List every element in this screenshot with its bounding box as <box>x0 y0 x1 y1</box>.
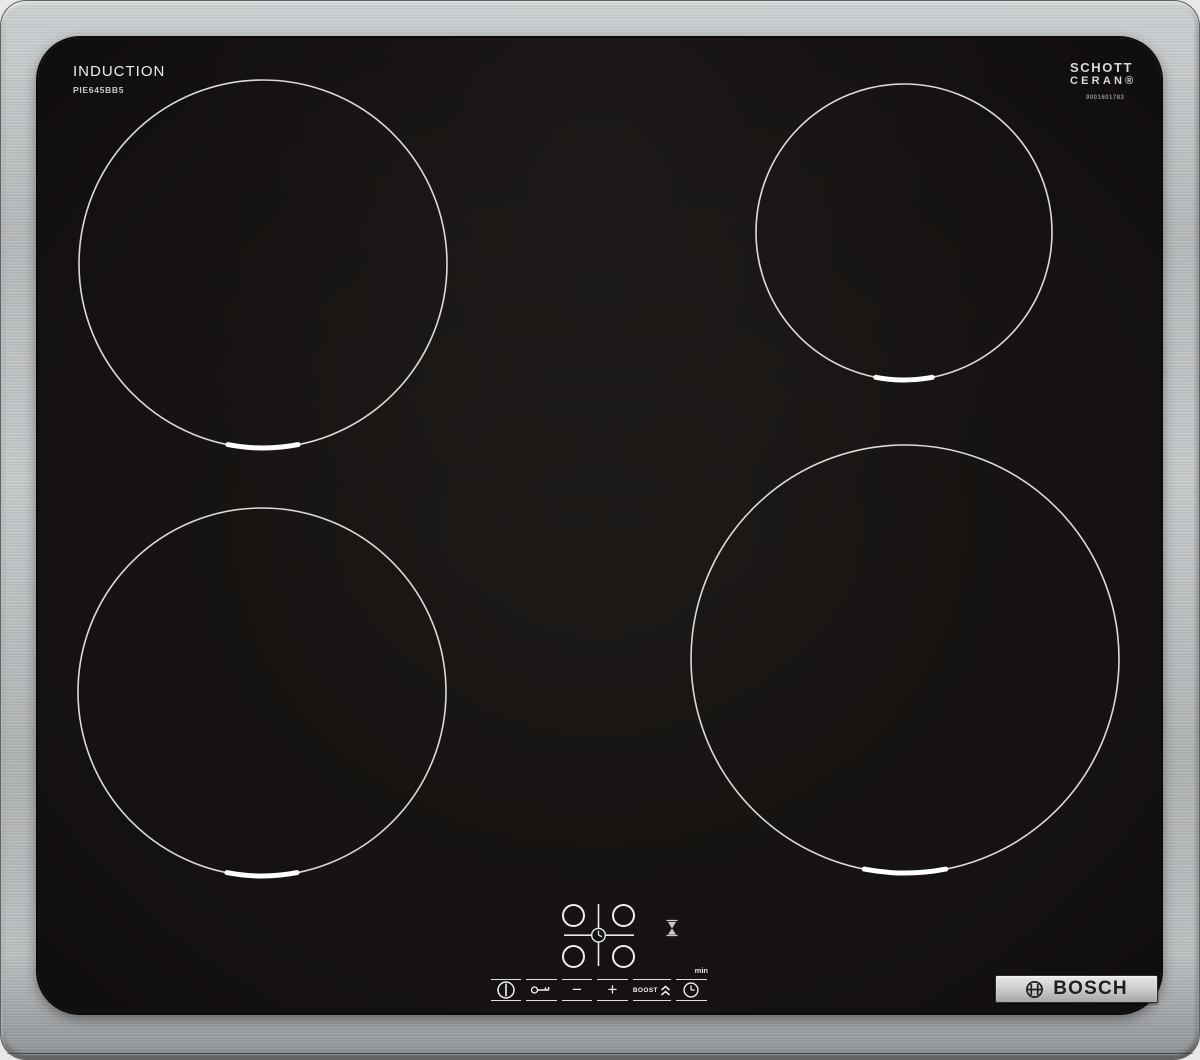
schott-ceran-logo: SCHOTT CERAN® <box>1070 61 1136 87</box>
glass-serial-number: 9001601783 <box>1086 95 1124 101</box>
double-chevron-up-icon <box>660 985 671 996</box>
decrease-button[interactable]: − <box>562 979 593 1001</box>
schott-logo-line2: CERAN® <box>1070 76 1136 87</box>
key-icon <box>530 984 552 996</box>
child-lock-button[interactable] <box>526 979 557 1001</box>
touch-control-strip: − + BOOST <box>488 979 709 1001</box>
induction-hob: INDUCTION PIE645BB5 SCHOTT CERAN® 900160… <box>0 0 1200 1060</box>
clock-icon <box>682 981 700 999</box>
timer-minutes-unit-label: min <box>684 966 708 975</box>
boost-button[interactable]: BOOST <box>633 979 671 1001</box>
power-icon <box>496 980 516 1000</box>
increase-button[interactable]: + <box>597 979 628 1001</box>
power-button[interactable] <box>491 979 522 1001</box>
ceramic-glass-surface <box>38 38 1161 1013</box>
minus-label: − <box>572 981 582 998</box>
bosch-logo-text: BOSCH <box>1053 978 1128 1000</box>
plus-label: + <box>608 981 618 998</box>
bosch-armature-icon <box>1025 980 1044 999</box>
bosch-logo-badge: BOSCH <box>995 975 1158 1003</box>
schott-logo-line1: SCHOTT <box>1070 61 1136 74</box>
model-number-label: PIE645BB5 <box>73 85 124 95</box>
boost-label: BOOST <box>633 987 658 994</box>
induction-type-label: INDUCTION <box>73 63 165 80</box>
timer-button[interactable] <box>676 979 707 1001</box>
